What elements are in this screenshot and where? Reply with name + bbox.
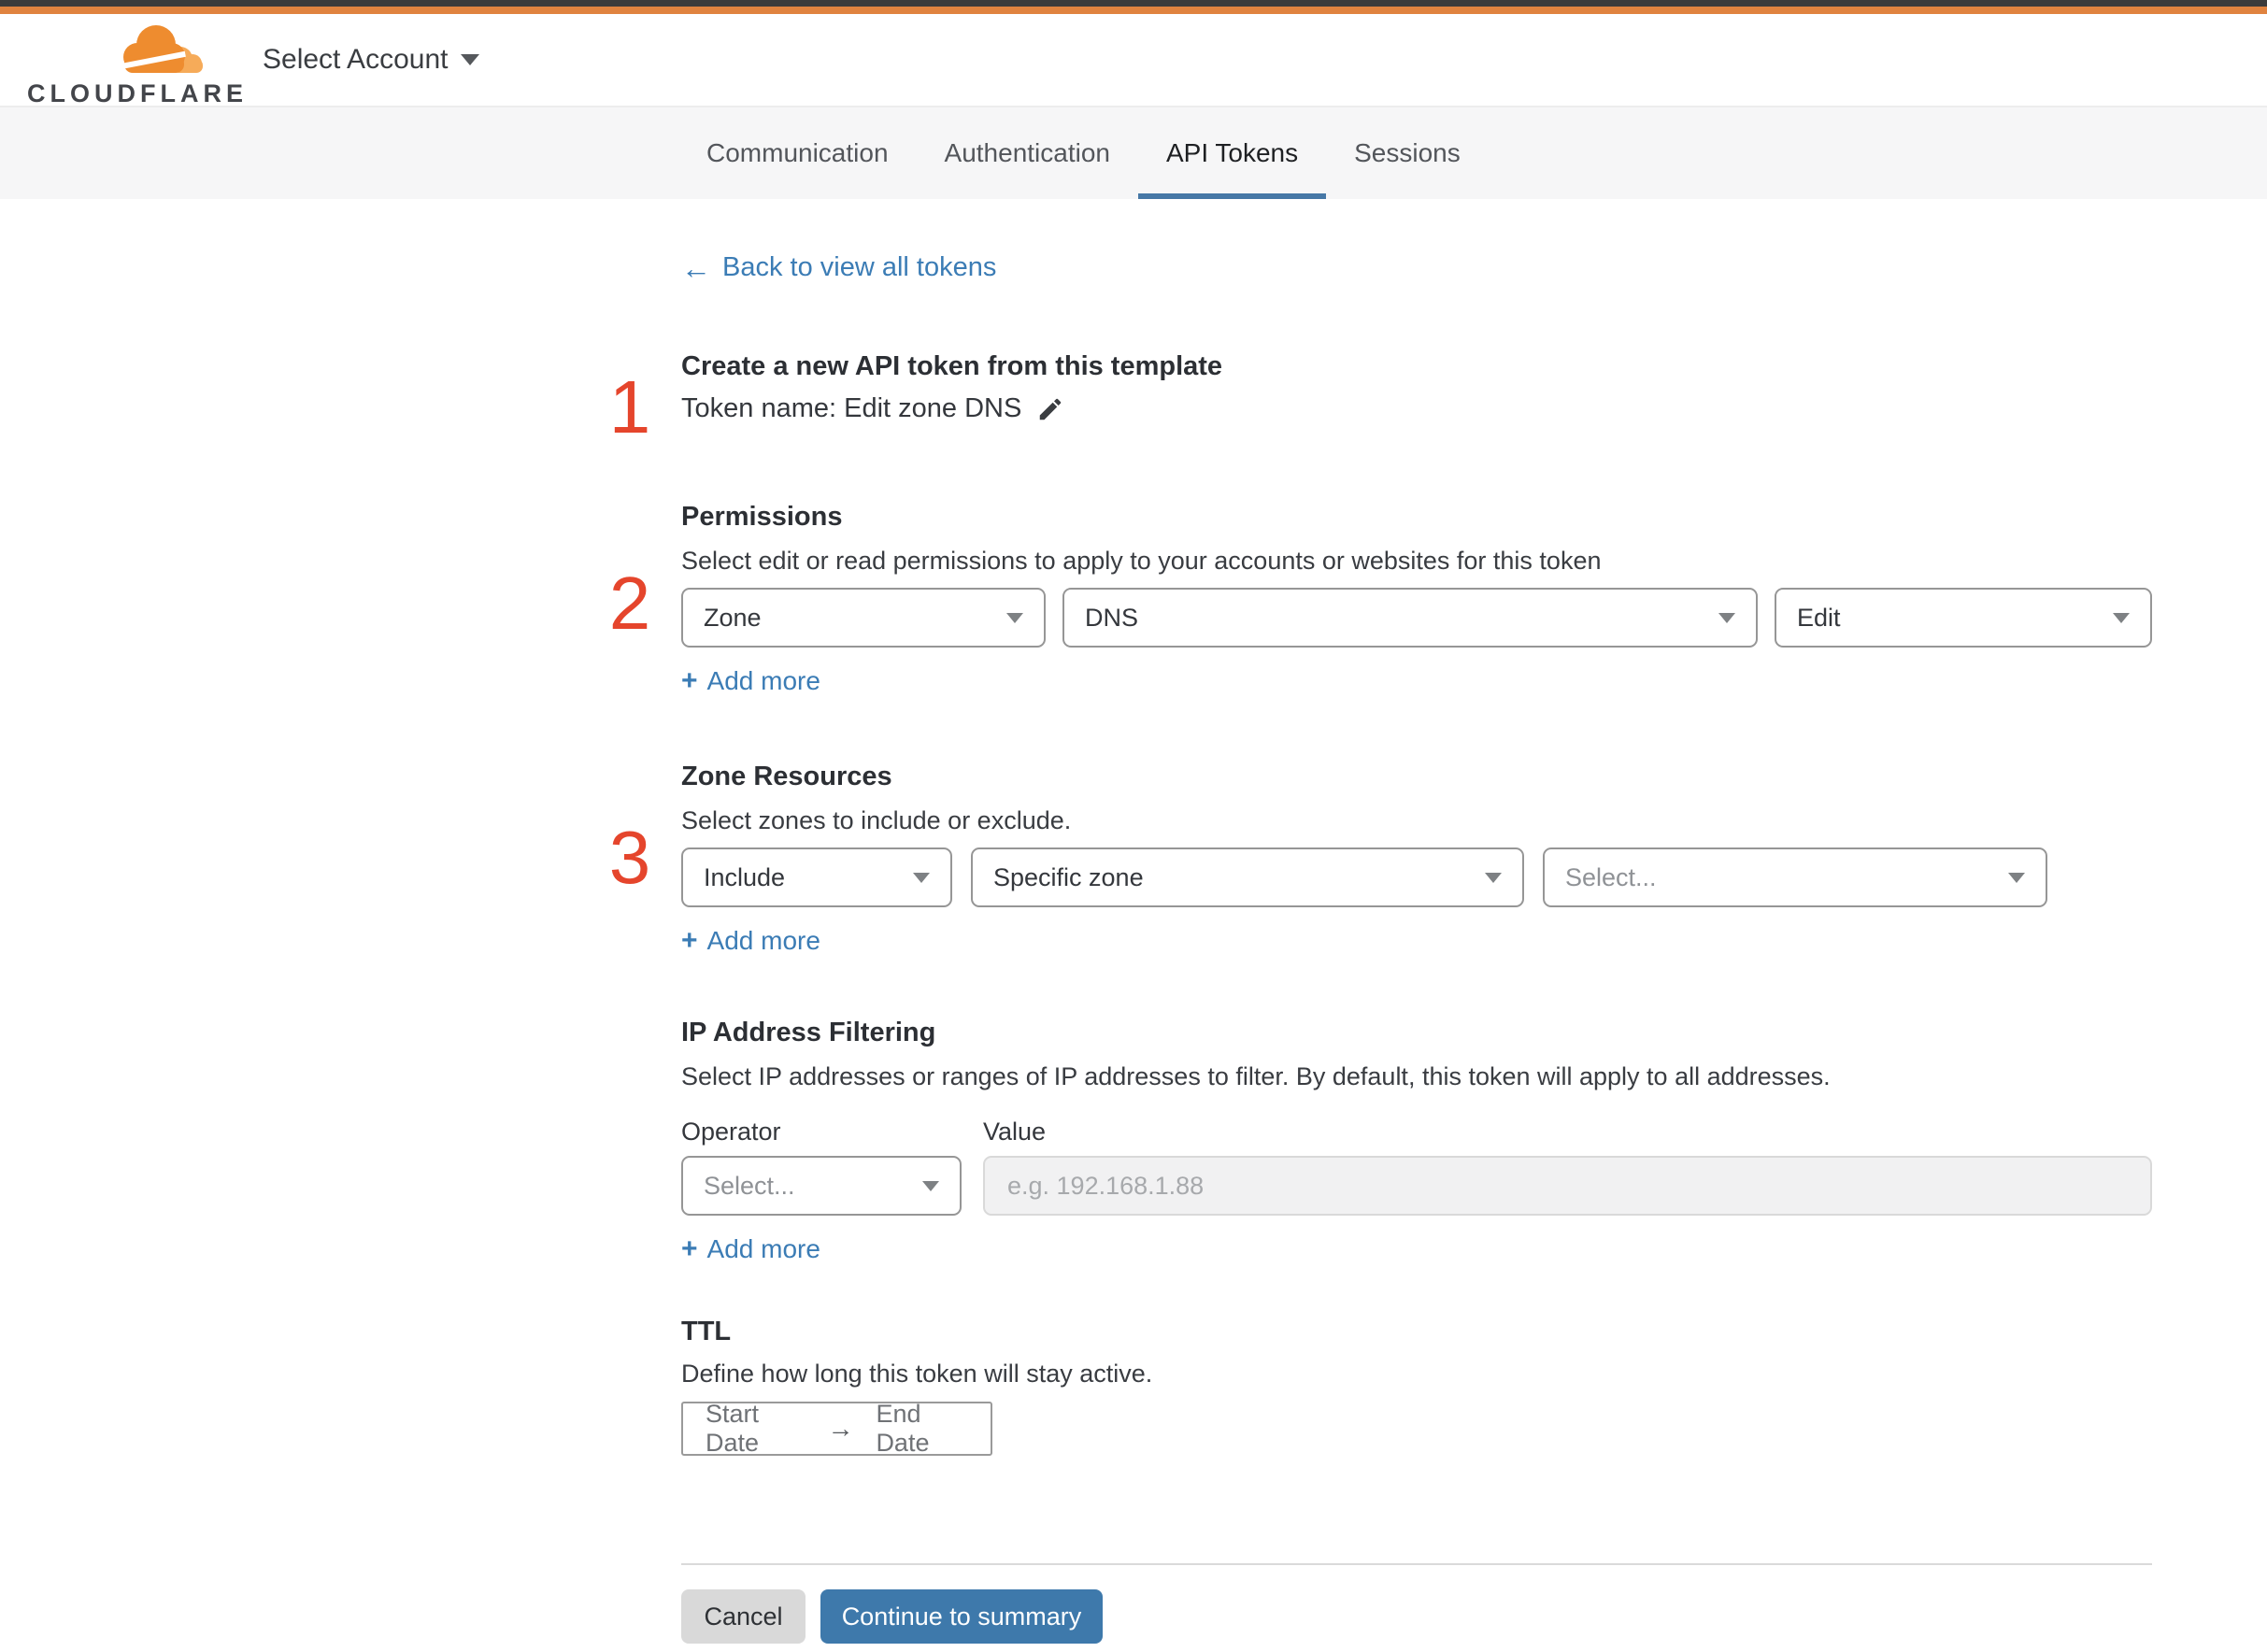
account-selector[interactable]: Select Account [263,14,480,106]
zone-resources-description: Select zones to include or exclude. [681,806,1072,834]
tabs: Communication Authentication API Tokens … [678,107,1489,199]
caret-down-icon [913,872,930,883]
end-date-placeholder: End Date [876,1400,930,1457]
back-link-label: Back to view all tokens [722,252,997,282]
token-name-text: Token name: Edit zone DNS [681,393,1022,423]
ip-operator-select[interactable]: Select... [681,1156,962,1216]
ip-filtering-description: Select IP addresses or ranges of IP addr… [681,1062,1831,1090]
caret-down-icon [1485,872,1502,883]
annotation-step-1: 1 [608,365,651,449]
ip-filtering-section: IP Address Filtering Select IP addresses… [681,1017,2152,1264]
cloudflare-logo[interactable]: CLOUDFLARE [27,20,248,108]
ip-filtering-row: Select... [681,1156,2152,1216]
tab-communication[interactable]: Communication [678,107,917,199]
start-date-placeholder: Start Date [706,1400,760,1457]
permissions-section: Permissions Select edit or read permissi… [681,501,2152,696]
cloudflare-cloud-icon [115,25,203,73]
caret-down-icon [1006,612,1023,623]
annotation-step-3: 3 [608,816,651,899]
ttl-description: Define how long this token will stay act… [681,1360,1153,1388]
zone-type-select[interactable]: Specific zone [971,847,1524,907]
tab-authentication[interactable]: Authentication [917,107,1138,199]
cloudflare-wordmark: CLOUDFLARE [27,79,248,107]
chevron-down-icon [461,54,480,65]
tab-strip: Communication Authentication API Tokens … [0,107,2267,199]
caret-down-icon [2113,612,2130,623]
arrow-left-icon: ← [681,250,711,285]
footer-divider [681,1563,2152,1565]
cancel-button[interactable]: Cancel [681,1589,806,1644]
permissions-title: Permissions [681,502,843,532]
ttl-section: TTL Define how long this token will stay… [681,1316,2152,1457]
operator-label: Operator [681,1118,781,1146]
caret-down-icon [2008,872,2025,883]
zone-mode-select[interactable]: Include [681,847,952,907]
plus-icon: + [681,665,698,696]
ip-filtering-labels: Operator Value [681,1118,2152,1146]
create-token-section: Create a new API token from this templat… [681,350,2152,424]
footer-actions: Cancel Continue to summary [681,1589,1103,1644]
plus-icon: + [681,925,698,956]
annotation-step-2: 2 [608,562,651,645]
permission-access-select[interactable]: Edit [1775,588,2152,648]
back-to-tokens-link[interactable]: ← Back to view all tokens [681,252,996,283]
permission-service-select[interactable]: DNS [1062,588,1758,648]
arrow-right-icon: → [827,1414,854,1443]
account-selector-label: Select Account [263,44,449,75]
permissions-row: Zone DNS Edit [681,588,2152,648]
permission-scope-select[interactable]: Zone [681,588,1046,648]
ip-filtering-add-more-link[interactable]: + Add more [681,1234,820,1264]
caret-down-icon [1718,612,1735,623]
app-header: CLOUDFLARE Select Account [0,14,2267,107]
zone-resources-title: Zone Resources [681,762,892,791]
date-range-picker[interactable]: Start Date → End Date [681,1400,992,1457]
plus-icon: + [681,1233,698,1264]
brand-top-bar [0,7,2267,14]
tab-sessions[interactable]: Sessions [1326,107,1489,199]
zone-resources-row: Include Specific zone Select... [681,847,2152,907]
zone-resources-section: Zone Resources Select zones to include o… [681,761,2152,956]
value-label: Value [983,1118,1047,1146]
permissions-add-more-link[interactable]: + Add more [681,666,820,696]
page: CLOUDFLARE Select Account Communication … [0,0,2267,1652]
zone-resources-add-more-link[interactable]: + Add more [681,926,820,956]
edit-pencil-icon[interactable] [1036,395,1064,423]
window-top-edge [0,0,2267,7]
ttl-title: TTL [681,1317,732,1346]
caret-down-icon [922,1180,939,1191]
zone-picker-select[interactable]: Select... [1543,847,2047,907]
permissions-description: Select edit or read permissions to apply… [681,547,1602,575]
tab-api-tokens[interactable]: API Tokens [1138,107,1327,199]
ip-value-input[interactable] [983,1156,2152,1216]
continue-to-summary-button[interactable]: Continue to summary [820,1589,1103,1644]
create-token-title: Create a new API token from this templat… [681,351,1223,381]
ip-filtering-title: IP Address Filtering [681,1018,936,1047]
token-name-row: Token name: Edit zone DNS [681,393,2152,424]
